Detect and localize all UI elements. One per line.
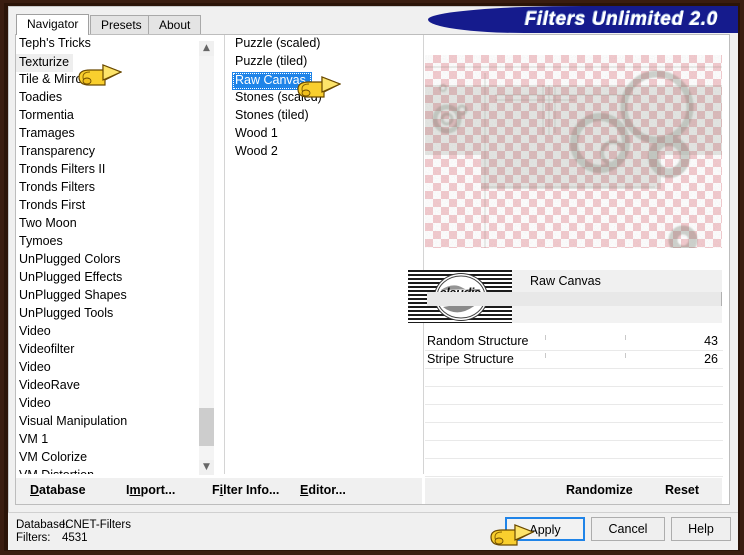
left-toolbar: Database Import... Filter Info... Editor… — [16, 478, 422, 504]
category-list-item[interactable]: UnPlugged Effects — [16, 269, 216, 287]
application-window: Filters Unlimited 2.0 Navigator Presets … — [0, 0, 744, 555]
effect-list-item[interactable]: Stones (tiled) — [232, 107, 422, 125]
tab-about[interactable]: About — [148, 15, 202, 34]
panel-divider — [423, 35, 424, 474]
list-divider — [224, 35, 225, 474]
category-list-item[interactable]: Visual Manipulation — [16, 413, 216, 431]
help-button[interactable]: Help — [671, 517, 731, 541]
parameter-row[interactable] — [425, 369, 723, 387]
link-filter-info[interactable]: Filter Info... — [212, 483, 279, 497]
parameter-slider-tick — [625, 335, 626, 340]
right-toolbar: Randomize Reset — [425, 478, 722, 504]
parameter-slider-tick — [545, 335, 546, 340]
category-list-item[interactable]: Tronds First — [16, 197, 216, 215]
effect-list[interactable]: Puzzle (scaled) Puzzle (tiled) Raw Canvas S… — [232, 35, 422, 474]
category-list-item[interactable]: Videofilter — [16, 341, 216, 359]
category-list-item[interactable]: Video — [16, 395, 216, 413]
scroll-down-icon[interactable]: ▼ — [199, 460, 214, 475]
effect-list-item[interactable]: Wood 1 — [232, 125, 422, 143]
category-list-item[interactable]: VM 1 — [16, 431, 216, 449]
preview-image — [425, 55, 722, 248]
category-list-item[interactable]: VideoRave — [16, 377, 216, 395]
preview-texture — [425, 55, 722, 248]
status-database-label: Database: — [16, 519, 69, 531]
link-database-rest: atabase — [39, 483, 86, 497]
category-list-item[interactable]: UnPlugged Colors — [16, 251, 216, 269]
preview-area[interactable] — [425, 39, 722, 248]
parameter-scroll-bar[interactable] — [427, 292, 722, 306]
category-list-item[interactable]: VM Colorize — [16, 449, 216, 467]
parameter-row[interactable] — [425, 387, 723, 405]
effect-list-item[interactable]: Stones (scaled) — [232, 89, 422, 107]
parameter-row[interactable]: Stripe Structure 26 — [425, 351, 723, 369]
effect-list-item[interactable]: Puzzle (scaled) — [232, 35, 422, 53]
effect-list-item[interactable]: Puzzle (tiled) — [232, 53, 422, 71]
category-list-item[interactable]: Tymoes — [16, 233, 216, 251]
tab-navigator[interactable]: Navigator — [16, 14, 90, 35]
category-list-item[interactable]: Toadies — [16, 89, 216, 107]
scroll-up-icon[interactable]: ▲ — [199, 41, 214, 56]
category-list-item[interactable]: Transparency — [16, 143, 216, 161]
parameter-row[interactable] — [425, 459, 723, 477]
scrollbar-thumb[interactable] — [199, 408, 214, 446]
cancel-button[interactable]: Cancel — [591, 517, 665, 541]
status-filters-value: 4531 — [62, 532, 88, 544]
parameter-row[interactable] — [425, 405, 723, 423]
parameter-value: 43 — [704, 334, 718, 348]
category-list-item[interactable]: Video — [16, 323, 216, 341]
tab-presets[interactable]: Presets — [90, 15, 153, 34]
parameter-value: 26 — [704, 352, 718, 366]
category-list-item[interactable]: Teph's Tricks — [16, 35, 216, 53]
link-import[interactable]: Import... — [126, 483, 175, 497]
parameter-slider-tick — [545, 353, 546, 358]
category-list-item[interactable]: Video — [16, 359, 216, 377]
category-list-item[interactable]: Tronds Filters — [16, 179, 216, 197]
link-reset[interactable]: Reset — [665, 483, 699, 497]
category-list[interactable]: Teph's Tricks Texturize Tile & Mirror Toadi… — [16, 35, 216, 474]
category-list-item[interactable]: UnPlugged Tools — [16, 305, 216, 323]
category-list-item[interactable]: Two Moon — [16, 215, 216, 233]
parameter-slider-tick — [625, 353, 626, 358]
parameter-row[interactable]: Random Structure 43 — [425, 333, 723, 351]
effect-name-header: Raw Canvas — [512, 270, 722, 292]
parameter-row[interactable] — [425, 441, 723, 459]
tab-strip: Navigator Presets About — [16, 14, 730, 35]
category-list-item[interactable]: Tramages — [16, 125, 216, 143]
parameter-name: Stripe Structure — [427, 352, 514, 366]
category-list-scrollbar[interactable]: ▲ ▼ — [199, 41, 214, 475]
effect-list-item[interactable]: Wood 2 — [232, 143, 422, 161]
parameter-name: Random Structure — [427, 334, 529, 348]
effect-list-item[interactable]: Raw Canvas — [232, 72, 312, 90]
category-list-item[interactable]: Tormentia — [16, 107, 216, 125]
apply-button[interactable]: Apply — [505, 517, 585, 541]
status-filters-label: Filters: — [16, 532, 51, 544]
category-list-item[interactable]: UnPlugged Shapes — [16, 287, 216, 305]
link-randomize[interactable]: Randomize — [566, 483, 633, 497]
link-database[interactable]: Database — [30, 483, 86, 497]
link-editor[interactable]: Editor... — [300, 483, 346, 497]
status-database-value: ICNET-Filters — [62, 519, 131, 531]
parameter-row[interactable] — [425, 423, 723, 441]
category-list-item[interactable]: VM Distortion — [16, 467, 216, 474]
category-list-item[interactable]: Tile & Mirror — [16, 71, 216, 89]
parameter-header-pad — [512, 306, 722, 323]
category-list-item[interactable]: Texturize — [16, 54, 74, 72]
parameter-list[interactable]: Random Structure 43 Stripe Structure 26 — [425, 333, 723, 477]
category-list-item[interactable]: Tronds Filters II — [16, 161, 216, 179]
